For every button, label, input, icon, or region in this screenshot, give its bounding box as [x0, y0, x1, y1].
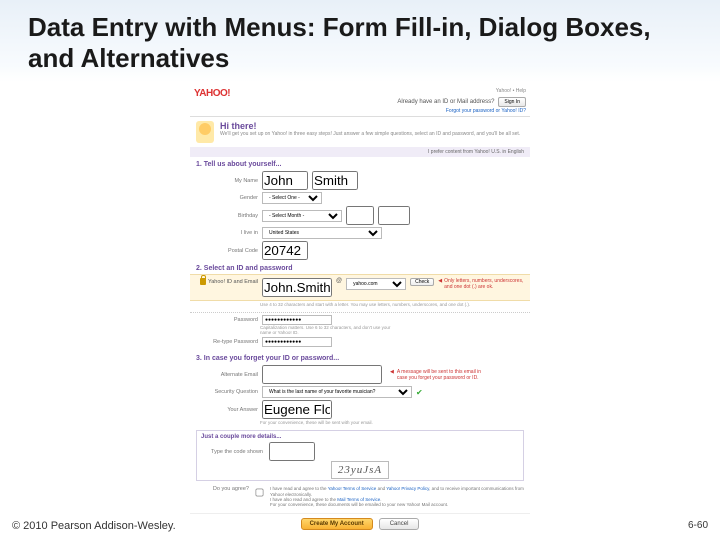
password-input[interactable] — [262, 315, 332, 325]
yahoo-id-input[interactable] — [262, 278, 332, 297]
captcha-image: 23yuJsA — [331, 461, 389, 479]
security-question-select[interactable]: What is the last name of your favorite m… — [262, 386, 412, 398]
check-icon: ✔ — [416, 388, 423, 397]
birth-day-input[interactable] — [346, 206, 374, 225]
section-2-header: 2. Select an ID and password — [190, 261, 530, 274]
check-button[interactable]: Check — [410, 278, 434, 286]
label-password: Password — [196, 317, 258, 323]
postal-input[interactable] — [262, 241, 308, 260]
tos-link[interactable]: Yahoo! Terms of Service — [328, 486, 377, 491]
label-gender: Gender — [196, 195, 258, 201]
copyright-text: © 2010 Pearson Addison-Wesley. — [12, 520, 176, 532]
couple-more-header: Just a couple more details... — [201, 434, 519, 440]
slide-title: Data Entry with Menus: Form Fill-in, Dia… — [28, 12, 692, 74]
arrow-left-icon: ◀ — [438, 278, 442, 284]
page-number: 6-60 — [688, 520, 708, 532]
greeting-title: Hi there! — [220, 121, 524, 131]
yahoo-signup-form: YAHOO! Yahoo! • Help Already have an ID … — [190, 86, 530, 535]
label-agree: Do you agree? — [196, 486, 249, 492]
label-livein: I live in — [196, 230, 258, 236]
first-name-input[interactable] — [262, 171, 308, 190]
label-postal: Postal Code — [196, 248, 258, 254]
id-hint: Only letters, numbers, underscores, and … — [444, 278, 524, 290]
captcha-input[interactable] — [269, 442, 315, 461]
gender-select[interactable]: - Select One - — [262, 192, 322, 204]
label-sec-q: Security Question — [196, 389, 258, 395]
agree-checkbox[interactable] — [256, 489, 264, 497]
forgot-link[interactable]: Forgot your password or Yahoo! ID? — [446, 108, 526, 114]
label-retype: Re-type Password — [196, 339, 258, 345]
id-subhint: Use 4 to 32 characters and start with a … — [260, 301, 530, 310]
label-alt-email: Alternate Email — [196, 372, 258, 378]
section-1-header: 1. Tell us about yourself... — [190, 157, 530, 170]
avatar-icon — [196, 121, 214, 143]
security-answer-input[interactable] — [262, 400, 332, 419]
label-name: My Name — [196, 178, 258, 184]
label-captcha: Type the code shown — [201, 449, 263, 455]
top-links: Yahoo! • Help — [496, 88, 526, 94]
birth-year-input[interactable] — [378, 206, 410, 225]
greeting-desc: We'll get you set up on Yahoo! in three … — [220, 131, 524, 137]
signin-prompt: Already have an ID or Mail address? — [397, 99, 494, 105]
signin-button[interactable]: Sign In — [498, 97, 526, 107]
label-answer: Your Answer — [196, 407, 258, 413]
yahoo-logo: YAHOO! — [194, 88, 230, 114]
security-note: For your convenience, these will be sent… — [260, 421, 400, 426]
preference-bar[interactable]: I prefer content from Yahoo! U.S. in Eng… — [190, 147, 530, 157]
label-birthday: Birthday — [196, 213, 258, 219]
retype-password-input[interactable] — [262, 337, 332, 347]
last-name-input[interactable] — [312, 171, 358, 190]
arrow-left-icon: ◀ — [390, 369, 394, 375]
mail-tos-link[interactable]: Mail Terms of Service — [337, 497, 380, 502]
password-hint: Capitalization matters. Use 6 to 32 char… — [260, 326, 400, 336]
agree-text: I have read and agree to the Yahoo! Term… — [270, 486, 524, 508]
birth-month-select[interactable]: - Select Month - — [262, 210, 342, 222]
label-yahooid: Yahoo! ID and Email — [208, 279, 258, 285]
alt-email-input[interactable] — [262, 365, 382, 384]
domain-select[interactable]: yahoo.com — [346, 278, 406, 290]
section-3-header: 3. In case you forget your ID or passwor… — [190, 351, 530, 364]
alt-email-tip: A message will be sent to this email in … — [397, 369, 486, 381]
lock-icon — [200, 278, 206, 285]
country-select[interactable]: United States — [262, 227, 382, 239]
privacy-link[interactable]: Yahoo! Privacy Policy — [386, 486, 429, 491]
